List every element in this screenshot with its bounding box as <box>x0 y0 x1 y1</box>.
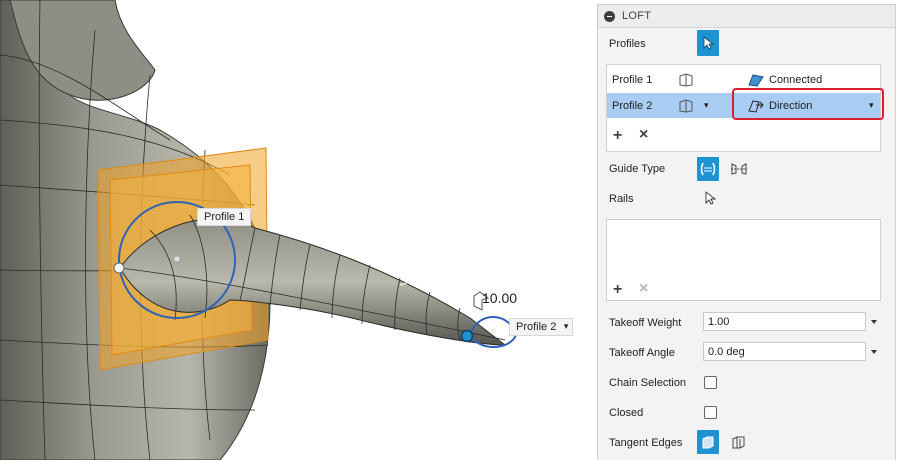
rail-arc <box>399 275 521 286</box>
tangent-merge-button[interactable] <box>697 430 719 454</box>
loft-panel: LOFT Profiles Profile 1 Connected Profil… <box>597 4 896 460</box>
profile-1-center <box>173 255 181 263</box>
add-profile-button[interactable]: + <box>613 127 622 145</box>
profile-2-tag-text: Profile 2 <box>516 321 557 333</box>
takeoff-angle-value: 0.0 deg <box>708 345 745 358</box>
chain-selection-checkbox[interactable] <box>704 376 717 389</box>
rails-select-button[interactable] <box>702 189 718 207</box>
profile-row-2-tangency-caret[interactable]: ▾ <box>704 93 709 118</box>
takeoff-weight-input[interactable]: 1.00 <box>703 312 866 331</box>
profile-2-tag-caret[interactable]: ▾ <box>564 321 569 332</box>
profile-2-point[interactable] <box>460 329 474 343</box>
remove-rail-button[interactable]: × <box>639 280 648 298</box>
tangent-merge-icon <box>702 436 714 449</box>
profile-1-tag[interactable]: Profile 1 <box>197 208 252 226</box>
profile-row-1-tangency-icon[interactable] <box>677 67 695 92</box>
takeoff-weight-value: 1.00 <box>708 315 730 328</box>
select-arrow-icon <box>703 36 714 50</box>
centerline-icon <box>731 163 747 175</box>
profile-1-start-point[interactable] <box>113 262 125 274</box>
profile-row-1-name: Profile 1 <box>612 73 653 86</box>
add-rail-button[interactable]: + <box>613 281 622 299</box>
guide-rails-button[interactable] <box>697 157 719 181</box>
chain-selection-label: Chain Selection <box>609 377 687 389</box>
collapse-icon[interactable] <box>604 10 615 22</box>
profile-row-2-name: Profile 2 <box>612 99 653 112</box>
tangent-keep-icon <box>732 436 745 449</box>
profile-row-2-tangency-icon[interactable] <box>677 93 695 118</box>
remove-profile-button[interactable]: × <box>639 126 648 144</box>
panel-title: LOFT <box>622 10 652 22</box>
select-arrow-outline-icon <box>705 191 716 205</box>
takeoff-angle-input[interactable]: 0.0 deg <box>703 342 866 361</box>
closed-checkbox[interactable] <box>704 406 717 419</box>
dimension-readout[interactable]: 10.00 <box>482 290 517 306</box>
takeoff-weight-dropdown-arrow[interactable] <box>871 320 877 324</box>
guide-rails-icon <box>700 162 716 176</box>
panel-header[interactable]: LOFT <box>598 5 895 28</box>
canvas-viewport[interactable]: Profile 1 Profile 2 ▾ 10.00 <box>0 0 590 460</box>
closed-label: Closed <box>609 407 644 419</box>
profile-1-tag-text: Profile 1 <box>204 211 245 223</box>
centerline-button[interactable] <box>729 160 749 178</box>
takeoff-angle-dropdown-arrow[interactable] <box>871 350 877 354</box>
model-render[interactable] <box>0 0 590 460</box>
rails-table: + × <box>606 219 881 301</box>
rails-label: Rails <box>609 193 634 205</box>
profiles-select-button[interactable] <box>697 30 719 56</box>
guide-type-label: Guide Type <box>609 163 666 175</box>
tangent-keep-button[interactable] <box>729 433 749 451</box>
takeoff-angle-label: Takeoff Angle <box>609 347 675 359</box>
profile-2-center <box>490 328 496 334</box>
direction-callout-highlight <box>732 88 884 120</box>
profile-2-tag[interactable]: Profile 2 ▾ <box>509 318 574 336</box>
takeoff-weight-label: Takeoff Weight <box>609 317 682 329</box>
profiles-label: Profiles <box>609 38 646 50</box>
tangent-edges-label: Tangent Edges <box>609 437 683 449</box>
